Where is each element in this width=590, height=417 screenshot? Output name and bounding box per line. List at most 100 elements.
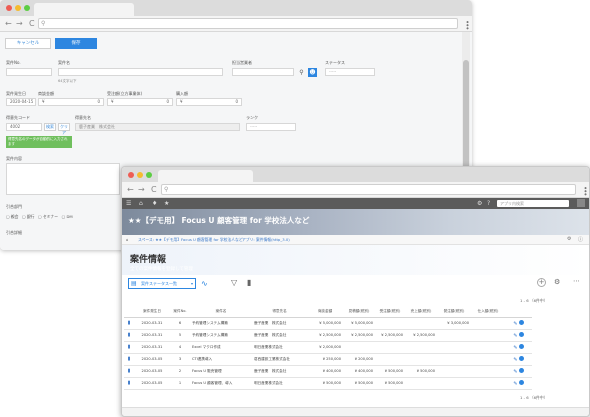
settings-gear-icon[interactable]: ⚙: [477, 199, 482, 208]
close-dot-icon[interactable]: [128, 172, 134, 178]
auto-fill-note-button[interactable]: 得意先名のデータが自動的に入力されます: [6, 136, 72, 148]
table-row[interactable]: ▮ 2020-03-31 6 予約管理システム構築 鹿子産業 株式会社 ¥ 5,…: [124, 317, 532, 330]
help-icon[interactable]: ?: [487, 199, 490, 208]
home-icon[interactable]: ⌂: [139, 199, 143, 208]
browser-window-front: ← → C ⚲ ••• ☰ ⌂ ♦ ★ ⚙ ? アプリ内検索 ★★【デモ用】 F…: [121, 166, 590, 417]
col-header[interactable]: 案件No.: [170, 307, 190, 318]
col-header[interactable]: 見積額(税別): [343, 307, 375, 318]
case-content-textarea[interactable]: [6, 163, 120, 195]
table-row[interactable]: ▮ 2020-03-31 4 Excel マクロ作成 明日産業株式会社 ¥ 2,…: [124, 341, 532, 354]
reload-icon[interactable]: C: [151, 186, 157, 194]
col-header[interactable]: 案件発生日: [134, 307, 170, 318]
app-search-input[interactable]: アプリ内検索: [497, 200, 569, 207]
merchandise-amount-field[interactable]: ¥ 0: [38, 98, 104, 106]
table-row[interactable]: ▮ 2020-03-05 3 CTI連携導入 葛西建設工業株式会社 ¥ 250,…: [124, 353, 532, 366]
forward-arrow-icon[interactable]: →: [138, 186, 145, 194]
bar-chart-icon[interactable]: ▮: [247, 278, 251, 287]
cell-name: 予約管理システム構築: [190, 329, 252, 342]
user-avatar-icon[interactable]: [577, 199, 585, 207]
checkbox-bank[interactable]: ▢ 銀行: [22, 214, 34, 219]
table-row[interactable]: ▮ 2020-03-31 5 予約管理システム構築 鹿子産業 株式会社 ¥ 2,…: [124, 329, 532, 342]
browser-menu-icon[interactable]: •••: [581, 186, 589, 195]
edit-pencil-icon[interactable]: ✎: [513, 321, 517, 327]
detail-doc-icon[interactable]: ▮: [124, 353, 134, 366]
browser-menu-icon[interactable]: •••: [463, 20, 471, 29]
info-circle-icon[interactable]: [518, 379, 524, 385]
status-select[interactable]: -----: [325, 68, 375, 76]
col-header[interactable]: 得意先名: [252, 307, 307, 318]
table-row[interactable]: ▮ 2020-03-05 2 Focus U 販売管理 鹿子産業 株式会社 ¥ …: [124, 365, 532, 378]
order-amount-field[interactable]: ¥ 0: [107, 98, 173, 106]
save-button[interactable]: 保存: [55, 38, 97, 49]
edit-pencil-icon[interactable]: ✎: [513, 357, 517, 363]
back-arrow-icon[interactable]: ←: [5, 20, 12, 28]
client-code-field[interactable]: 4002: [6, 123, 42, 131]
browser-tab[interactable]: [34, 3, 134, 16]
maximize-dot-icon[interactable]: [146, 172, 152, 178]
minimize-dot-icon[interactable]: [137, 172, 143, 178]
maximize-dot-icon[interactable]: [24, 5, 30, 11]
occurred-date-field[interactable]: 2020-04-15: [6, 98, 36, 106]
hamburger-menu-icon[interactable]: ☰: [126, 199, 131, 208]
col-header[interactable]: 仕入額(税別): [471, 307, 505, 318]
graph-icon[interactable]: ∿: [201, 279, 208, 288]
detail-doc-icon[interactable]: ▮: [124, 317, 134, 330]
close-dot-icon[interactable]: [6, 5, 12, 11]
detail-doc-icon[interactable]: ▮: [124, 365, 134, 378]
col-header[interactable]: 売上額(税別): [405, 307, 437, 318]
detail-doc-icon[interactable]: ▮: [124, 377, 134, 390]
back-arrow-icon[interactable]: ←: [127, 186, 134, 194]
breadcrumb-home-icon[interactable]: ⌂: [126, 237, 128, 242]
cell-name: Focus U 顧客管理、導入: [190, 377, 252, 390]
minimize-dot-icon[interactable]: [15, 5, 21, 11]
checkbox-seminar[interactable]: ▢ セミナー: [38, 214, 58, 219]
forward-arrow-icon[interactable]: →: [16, 20, 23, 28]
bell-icon[interactable]: ♦: [152, 199, 157, 208]
address-bar[interactable]: ⚲: [161, 184, 576, 195]
edit-pencil-icon[interactable]: ✎: [513, 369, 517, 375]
settings-gear-icon[interactable]: ⚙: [554, 278, 560, 286]
detail-doc-icon[interactable]: ▮: [124, 329, 134, 342]
cell-amount: [343, 341, 375, 354]
edit-pencil-icon[interactable]: ✎: [513, 345, 517, 351]
add-record-icon[interactable]: +: [537, 278, 546, 287]
detail-doc-icon[interactable]: ▮: [124, 341, 134, 354]
view-select-dropdown[interactable]: ▤ 案件ステータス一覧 ▾: [128, 278, 196, 289]
client-clear-button[interactable]: クリア: [58, 123, 70, 135]
reload-icon[interactable]: C: [29, 20, 35, 28]
case-no-field[interactable]: [6, 68, 52, 76]
purchase-amount-field[interactable]: ¥ 0: [176, 98, 242, 106]
client-search-button[interactable]: 検索: [44, 123, 56, 131]
info-circle-icon[interactable]: [518, 343, 524, 349]
rank-select[interactable]: -----: [246, 123, 296, 131]
user-picker-icon[interactable]: ☻: [308, 68, 317, 77]
col-header[interactable]: 発注額(税別): [437, 307, 471, 318]
checkbox-parent[interactable]: ▢ 親会: [6, 214, 18, 219]
address-bar[interactable]: ⚲: [38, 18, 458, 29]
star-icon[interactable]: ★: [164, 199, 169, 208]
app-settings-gear-icon[interactable]: ⚙: [567, 236, 571, 242]
case-name-field[interactable]: [58, 68, 223, 76]
col-header[interactable]: 案件名: [190, 307, 252, 318]
owner-field[interactable]: [232, 68, 294, 76]
table-row[interactable]: ▮ 2020-03-05 1 Focus U 顧客管理、導入 明日産業株式会社 …: [124, 377, 532, 390]
cancel-button[interactable]: キャンセル: [5, 38, 51, 49]
checkbox-dm[interactable]: ▢ DM: [62, 214, 73, 219]
edit-pencil-icon[interactable]: ✎: [513, 381, 517, 387]
help-circle-icon[interactable]: ⓘ: [578, 236, 583, 243]
search-icon[interactable]: ⚲: [297, 68, 306, 77]
info-circle-icon[interactable]: [518, 319, 524, 325]
info-circle-icon[interactable]: [518, 355, 524, 361]
breadcrumb-space[interactable]: スペース: ★★【デモ用】Focus U 顧客管理 for 学校法人など: [138, 237, 243, 243]
status-label: ステータス: [325, 60, 345, 65]
filter-icon[interactable]: ▽: [231, 278, 237, 287]
scrollbar-thumb[interactable]: [463, 60, 469, 170]
browser-tab[interactable]: [158, 170, 253, 182]
edit-pencil-icon[interactable]: ✎: [513, 333, 517, 339]
breadcrumb-app[interactable]: アプリ: 案件情報(http_3.0): [242, 237, 290, 243]
info-circle-icon[interactable]: [518, 367, 524, 373]
col-header[interactable]: 商談金額: [307, 307, 343, 318]
col-header[interactable]: 受注額(税別): [375, 307, 405, 318]
more-options-icon[interactable]: ⋯: [573, 277, 580, 285]
info-circle-icon[interactable]: [518, 331, 524, 337]
